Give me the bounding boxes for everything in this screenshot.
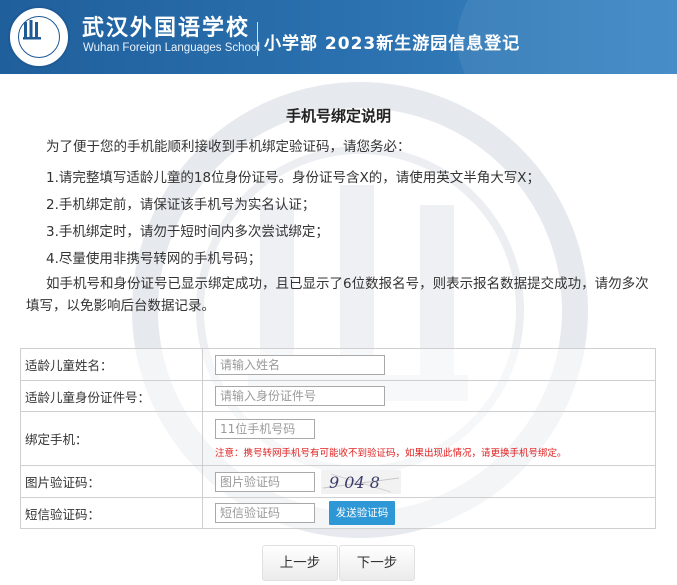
child-name-input[interactable] [215,354,385,375]
sms-code-input[interactable] [215,503,315,523]
instructions-intro: 为了便于您的手机能顺利接收到手机绑定验证码，请您务必： [46,139,411,155]
instruction-item-1: 1.请完整填写适龄儿童的18位身份证号。身份证号含X的，请使用英文半角大写X； [46,170,541,186]
instructions-outro: 如手机号和身份证号已显示绑定成功，且已显示了6位数报名号，则表示报名数据提交成功… [26,276,649,314]
phone-cell: 注意：携号转网手机号有可能收不到验证码，如果出现此情况，请更换手机号绑定。 [202,411,656,466]
send-code-button[interactable]: 发送验证码 [328,501,395,525]
captcha-input[interactable] [215,471,315,492]
school-name-cn: 武汉外国语学校 [82,16,251,41]
registration-form: 适龄儿童姓名： 适龄儿童身份证件号： 绑定手机： 注意：携号转网手机号有可能收不… [20,348,656,529]
form-row-sms: 短信验证码： 发送验证码 [20,497,656,529]
form-row-child-name: 适龄儿童姓名： [20,348,656,381]
captcha-label: 图片验证码： [20,465,203,498]
child-id-input[interactable] [215,386,385,406]
sms-label: 短信验证码： [20,497,203,529]
instructions-title: 手机号绑定说明 [285,107,391,125]
header-banner: 武汉外国语学校 Wuhan Foreign Languages School 小… [0,0,677,74]
school-name-en: Wuhan Foreign Languages School [83,42,260,54]
captcha-text: 9 04 8 [329,473,380,492]
child-name-cell [202,348,656,381]
form-row-phone: 绑定手机： 注意：携号转网手机号有可能收不到验证码，如果出现此情况，请更换手机号… [20,411,656,466]
phone-input[interactable] [215,418,315,439]
phone-label: 绑定手机： [20,411,203,466]
child-id-cell [202,380,656,412]
captcha-image[interactable]: 9 04 8 [320,469,401,494]
child-id-label: 适龄儿童身份证件号： [20,380,203,412]
phone-warning-note: 注意：携号转网手机号有可能收不到验证码，如果出现此情况，请更换手机号绑定。 [215,447,567,459]
page-subtitle: 小学部 2023新生游园信息登记 [264,34,521,54]
banner-divider [257,22,258,56]
next-step-button[interactable]: 下一步 [339,545,415,581]
instruction-item-3: 3.手机绑定时，请勿于短时间内多次尝试绑定； [46,224,329,240]
prev-step-button[interactable]: 上一步 [262,545,338,581]
form-row-captcha: 图片验证码： 9 04 8 [20,465,656,498]
sms-cell: 发送验证码 [202,497,656,529]
logo-bars-icon [23,20,41,40]
school-logo [8,6,70,68]
instruction-item-2: 2.手机绑定前，请保证该手机号为实名认证； [46,197,316,213]
captcha-cell: 9 04 8 [202,465,656,498]
instruction-item-4: 4.尽量使用非携号转网的手机号码； [46,251,262,267]
child-name-label: 适龄儿童姓名： [20,348,203,381]
form-row-child-id: 适龄儿童身份证件号： [20,380,656,412]
